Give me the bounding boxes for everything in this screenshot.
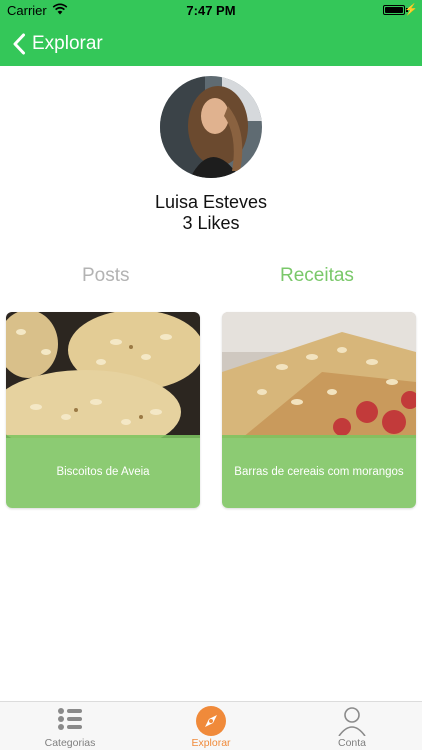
back-button-label: Explorar [32, 33, 103, 54]
recipe-card[interactable]: Barras de cereais com morangos [222, 312, 416, 508]
tab-bar-item-categorias[interactable]: Categorias [0, 702, 140, 751]
tab-bar: Categorias Explorar Conta [0, 701, 422, 750]
recipe-title: Biscoitos de Aveia [6, 435, 200, 508]
recipe-photo-cereal-bars [222, 312, 416, 438]
tab-bar-label: Conta [337, 737, 367, 749]
chevron-left-icon [13, 33, 25, 55]
avatar [160, 76, 262, 178]
compass-icon [141, 706, 281, 736]
tab-posts[interactable]: Posts [82, 265, 130, 287]
user-icon [282, 706, 422, 736]
battery-icon [383, 5, 405, 15]
tab-bar-label: Explorar [191, 737, 231, 749]
recipe-card[interactable]: Biscoitos de Aveia [6, 312, 200, 508]
back-button[interactable]: Explorar [12, 30, 103, 58]
status-time: 7:47 PM [186, 3, 236, 18]
tab-bar-item-explorar[interactable]: Explorar [141, 702, 281, 751]
recipe-photo-oat-cookies [6, 312, 200, 438]
tab-bar-label: Categorias [44, 737, 96, 749]
profile-name: Luisa Esteves [154, 192, 268, 212]
navigation-bar: Explorar [0, 22, 422, 66]
list-icon [0, 706, 140, 736]
profile-likes: 3 Likes [182, 213, 240, 233]
tab-receitas[interactable]: Receitas [280, 265, 354, 287]
recipe-title: Barras de cereais com morangos [222, 435, 416, 508]
status-bar: Carrier 7:47 PM ⚡ [0, 0, 422, 22]
charging-bolt-icon: ⚡ [404, 4, 418, 16]
tab-bar-item-conta[interactable]: Conta [282, 702, 422, 751]
